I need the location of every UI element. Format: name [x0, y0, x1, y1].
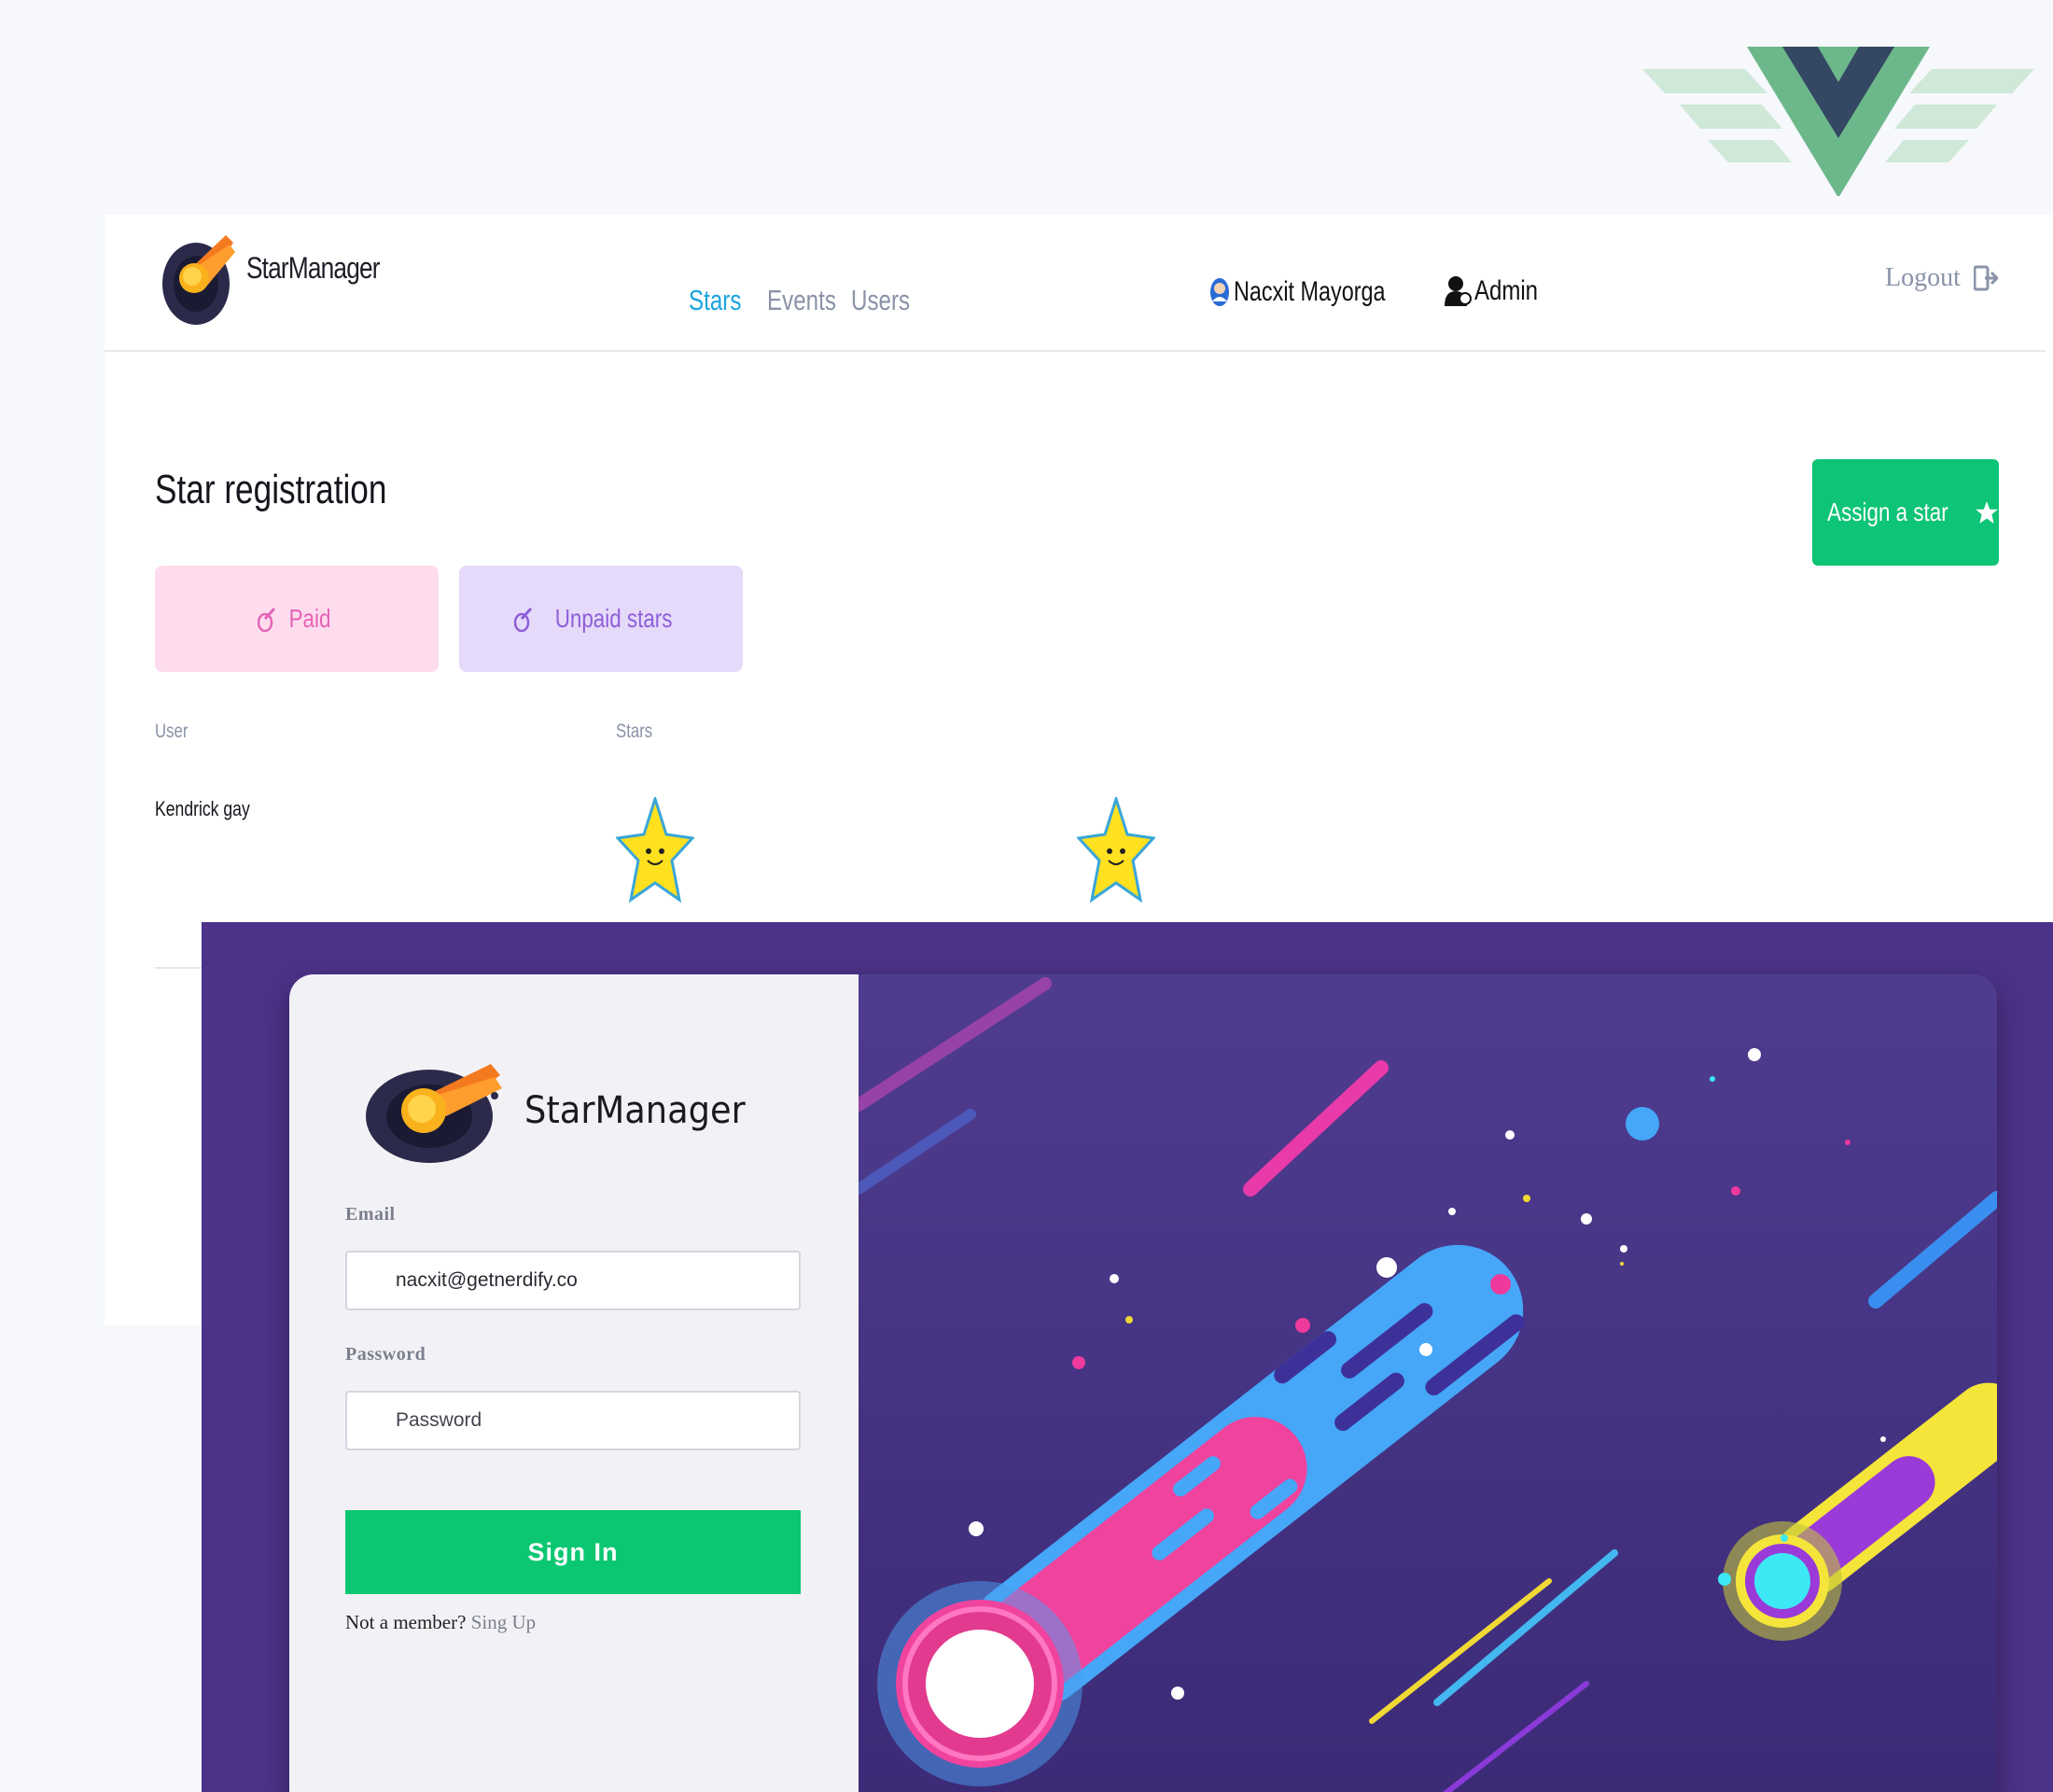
tab-unpaid-label: Unpaid stars	[555, 604, 673, 633]
brand-name: StarManager	[246, 250, 380, 285]
sign-up-link[interactable]: Sing Up	[471, 1611, 536, 1633]
email-field[interactable]	[345, 1251, 801, 1310]
logout-label: Logout	[1885, 263, 1961, 292]
meteor-illustration	[852, 974, 1997, 1792]
brand[interactable]: StarManager	[161, 224, 409, 327]
logout-button[interactable]: Logout	[1885, 263, 1998, 293]
smiling-star-icon	[1077, 797, 1155, 903]
email-label: Email	[345, 1204, 396, 1225]
starmanager-logo-icon	[366, 1064, 502, 1163]
vue-logo-icon	[1642, 47, 2034, 196]
logout-icon	[1973, 265, 1998, 291]
sign-in-button[interactable]: Sign In	[345, 1510, 801, 1594]
main-nav: Stars Events Users	[689, 284, 911, 317]
user-name: Nacxit Mayorga	[1234, 276, 1386, 307]
tab-unpaid-stars[interactable]: Unpaid stars	[459, 566, 743, 672]
meteor-icon	[257, 607, 276, 632]
login-card: StarManager Email Password Sign In Not a…	[289, 974, 1997, 1792]
top-navbar: StarManager Stars Events Users Nacxit Ma…	[105, 215, 2046, 352]
nav-item-stars[interactable]: Stars	[689, 284, 741, 317]
admin-user-icon	[1445, 276, 1472, 306]
starmanager-logo-icon	[162, 235, 235, 325]
assign-star-label: Assign a star	[1827, 497, 1948, 526]
user-role: Admin	[1445, 274, 1554, 308]
login-screen: StarManager Email Password Sign In Not a…	[202, 922, 2053, 1792]
smiling-star-icon	[616, 797, 694, 903]
meteor-icon	[514, 607, 533, 632]
nav-item-events[interactable]: Events	[767, 284, 836, 317]
login-form-panel: StarManager Email Password Sign In Not a…	[289, 974, 859, 1792]
login-brand: StarManager	[364, 1055, 764, 1167]
password-field[interactable]	[345, 1391, 801, 1450]
tab-paid-label: Paid	[288, 604, 331, 633]
login-brand-name: StarManager	[524, 1089, 746, 1132]
table-row-user: Kendrick gay	[155, 797, 250, 820]
tab-paid[interactable]: Paid	[155, 566, 439, 672]
current-user[interactable]: Nacxit Mayorga	[1209, 276, 1428, 308]
login-illustration	[852, 974, 1997, 1792]
role-name: Admin	[1474, 275, 1539, 306]
column-header-user: User	[155, 721, 189, 742]
password-label: Password	[345, 1344, 426, 1365]
column-header-stars: Stars	[616, 721, 653, 742]
user-avatar-icon	[1210, 278, 1229, 306]
member-text: Not a member?	[345, 1611, 467, 1633]
star-icon	[1976, 501, 1998, 524]
nav-item-users[interactable]: Users	[851, 284, 910, 317]
signup-prompt: Not a member? Sing Up	[345, 1611, 536, 1634]
assign-star-button[interactable]: Assign a star	[1812, 459, 1999, 566]
page-title: Star registration	[155, 467, 387, 512]
